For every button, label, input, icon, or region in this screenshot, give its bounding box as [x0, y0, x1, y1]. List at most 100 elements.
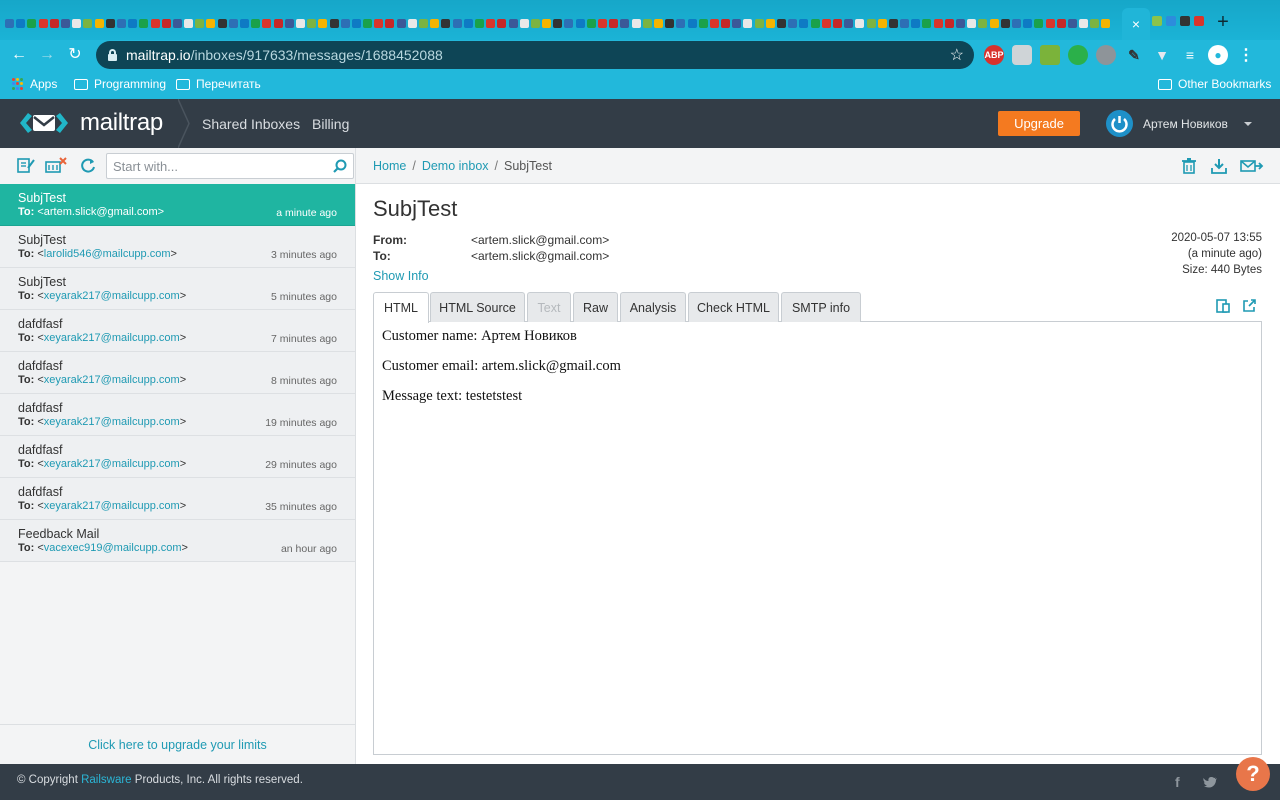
- tab-smtp-info[interactable]: SMTP info: [781, 292, 861, 322]
- browser-tab[interactable]: [843, 10, 854, 36]
- browser-tab[interactable]: [709, 10, 720, 36]
- browser-tab[interactable]: [552, 10, 563, 36]
- browser-tab[interactable]: [429, 10, 440, 36]
- browser-tab[interactable]: [1067, 10, 1078, 36]
- browser-tab[interactable]: [541, 10, 552, 36]
- browser-tab[interactable]: [754, 10, 765, 36]
- browser-tab[interactable]: [597, 10, 608, 36]
- browser-tab[interactable]: [149, 10, 160, 36]
- browser-tab[interactable]: [418, 10, 429, 36]
- browser-tab[interactable]: [239, 10, 250, 36]
- browser-tab[interactable]: [742, 10, 753, 36]
- nav-shared-inboxes[interactable]: Shared Inboxes: [202, 116, 300, 132]
- browser-tab[interactable]: [452, 10, 463, 36]
- upgrade-limits-link[interactable]: Click here to upgrade your limits: [0, 724, 355, 764]
- user-menu[interactable]: Артем Новиков: [1106, 110, 1252, 137]
- browser-tab[interactable]: [306, 10, 317, 36]
- open-external-icon[interactable]: [1242, 299, 1256, 313]
- clear-inbox-icon[interactable]: [44, 156, 68, 174]
- menu-icon[interactable]: ⋮: [1236, 45, 1256, 65]
- breadcrumb-home[interactable]: Home: [373, 159, 406, 173]
- browser-tab[interactable]: [38, 10, 49, 36]
- browser-tab[interactable]: [1056, 10, 1067, 36]
- help-button[interactable]: ?: [1236, 757, 1270, 791]
- railsware-link[interactable]: Railsware: [81, 774, 132, 786]
- browser-tab[interactable]: [731, 10, 742, 36]
- browser-tab[interactable]: [71, 10, 82, 36]
- browser-tab[interactable]: [440, 10, 451, 36]
- tab-html[interactable]: HTML: [373, 292, 429, 323]
- browser-tab[interactable]: [194, 10, 205, 36]
- browser-tab[interactable]: [921, 10, 932, 36]
- green-extension-icon[interactable]: [1068, 45, 1088, 65]
- browser-tab[interactable]: [127, 10, 138, 36]
- browser-tab[interactable]: [519, 10, 530, 36]
- back-icon[interactable]: ←: [8, 44, 30, 66]
- browser-tab[interactable]: [373, 10, 384, 36]
- browser-tab[interactable]: [798, 10, 809, 36]
- profile-icon[interactable]: ●: [1208, 45, 1228, 65]
- browser-tab[interactable]: [1089, 10, 1100, 36]
- browser-tab[interactable]: [1011, 10, 1022, 36]
- browser-tab[interactable]: [94, 10, 105, 36]
- message-list-item[interactable]: SubjTest To: <xeyarak217@mailcupp.com> 5 m…: [0, 268, 355, 310]
- browser-tab[interactable]: [832, 10, 843, 36]
- download-icon[interactable]: [1210, 157, 1228, 175]
- edit-icon[interactable]: [16, 156, 36, 174]
- browser-tab[interactable]: [619, 10, 630, 36]
- browser-tab[interactable]: [1078, 10, 1089, 36]
- browser-tab[interactable]: [295, 10, 306, 36]
- browser-tab[interactable]: [474, 10, 485, 36]
- browser-tab[interactable]: [82, 10, 93, 36]
- extension-icon[interactable]: [1012, 45, 1032, 65]
- address-url[interactable]: mailtrap.io/inboxes/917633/messages/1688…: [126, 47, 443, 63]
- bookmark-apps[interactable]: Apps: [12, 77, 57, 91]
- tab-check-html[interactable]: Check HTML: [688, 292, 779, 322]
- browser-tab[interactable]: [138, 10, 149, 36]
- browser-tab[interactable]: [4, 10, 15, 36]
- browser-tab[interactable]: [821, 10, 832, 36]
- adblock-icon[interactable]: ABP: [984, 45, 1004, 65]
- browser-tab[interactable]: [317, 10, 328, 36]
- message-list-item[interactable]: dafdfasf To: <xeyarak217@mailcupp.com> 8 m…: [0, 352, 355, 394]
- new-tab-button[interactable]: +: [1210, 10, 1236, 36]
- address-bar[interactable]: mailtrap.io/inboxes/917633/messages/1688…: [96, 41, 974, 69]
- browser-tab[interactable]: [810, 10, 821, 36]
- browser-tab[interactable]: [720, 10, 731, 36]
- message-list-item[interactable]: dafdfasf To: <xeyarak217@mailcupp.com> 29 …: [0, 436, 355, 478]
- browser-tab[interactable]: [49, 10, 60, 36]
- browser-tab[interactable]: [1000, 10, 1011, 36]
- message-list-item[interactable]: dafdfasf To: <xeyarak217@mailcupp.com> 35 …: [0, 478, 355, 520]
- browser-tab[interactable]: [340, 10, 351, 36]
- tab-raw[interactable]: Raw: [573, 292, 618, 322]
- browser-tab[interactable]: [26, 10, 37, 36]
- browser-tab[interactable]: [1022, 10, 1033, 36]
- browser-tab[interactable]: [1044, 10, 1055, 36]
- browser-tab[interactable]: [608, 10, 619, 36]
- search-box[interactable]: [106, 153, 354, 179]
- twitter-icon[interactable]: [1203, 776, 1218, 789]
- browser-tab[interactable]: [396, 10, 407, 36]
- media-queue-icon[interactable]: ≡: [1180, 45, 1200, 65]
- browser-tab[interactable]: [966, 10, 977, 36]
- message-list-item[interactable]: SubjTest To: <larolid546@mailcupp.com> 3 m…: [0, 226, 355, 268]
- browser-tab[interactable]: [183, 10, 194, 36]
- download-extension-icon[interactable]: [1040, 45, 1060, 65]
- browser-tab[interactable]: [273, 10, 284, 36]
- browser-tab[interactable]: [955, 10, 966, 36]
- browser-tab[interactable]: [575, 10, 586, 36]
- browser-tab[interactable]: [362, 10, 373, 36]
- browser-tab[interactable]: [384, 10, 395, 36]
- close-tab-icon[interactable]: ×: [1132, 16, 1140, 32]
- browser-tab[interactable]: [563, 10, 574, 36]
- browser-tab[interactable]: [507, 10, 518, 36]
- vpn-icon[interactable]: ▼: [1152, 45, 1172, 65]
- active-browser-tab[interactable]: ×: [1122, 8, 1150, 40]
- browser-tab[interactable]: [351, 10, 362, 36]
- browser-tab[interactable]: [653, 10, 664, 36]
- browser-tab[interactable]: [888, 10, 899, 36]
- trash-icon[interactable]: [1180, 157, 1198, 175]
- browser-tab[interactable]: [675, 10, 686, 36]
- message-list-item[interactable]: SubjTest To: <artem.slick@gmail.com> a min…: [0, 184, 355, 226]
- browser-tab[interactable]: [776, 10, 787, 36]
